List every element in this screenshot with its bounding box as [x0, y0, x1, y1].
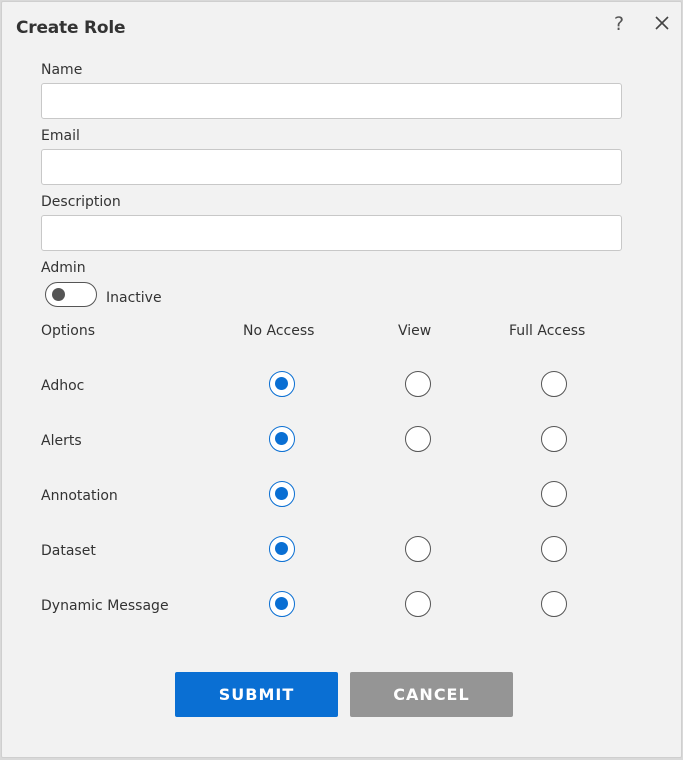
email-label: Email	[41, 128, 80, 144]
dynamic-message-full-access-radio[interactable]	[541, 591, 567, 617]
header-options: Options	[41, 323, 96, 339]
cancel-button[interactable]: CANCEL	[350, 672, 513, 717]
adhoc-full-access-radio[interactable]	[541, 371, 567, 397]
annotation-no-access-radio[interactable]	[269, 481, 295, 507]
name-label: Name	[41, 62, 83, 78]
option-label-dynamic-message: Dynamic Message	[41, 598, 169, 614]
alerts-view-radio[interactable]	[405, 426, 431, 452]
admin-toggle[interactable]	[45, 282, 97, 307]
alerts-no-access-radio[interactable]	[269, 426, 295, 452]
header-no-access: No Access	[243, 323, 315, 339]
toggle-knob	[52, 288, 65, 301]
close-icon[interactable]	[652, 13, 672, 33]
description-input[interactable]	[41, 215, 622, 251]
description-label: Description	[41, 194, 121, 210]
option-label-adhoc: Adhoc	[41, 378, 85, 394]
header-view: View	[398, 323, 432, 339]
alerts-full-access-radio[interactable]	[541, 426, 567, 452]
dialog-title: Create Role	[16, 18, 126, 38]
option-label-dataset: Dataset	[41, 543, 96, 559]
help-icon[interactable]: ?	[608, 12, 630, 36]
dataset-no-access-radio[interactable]	[269, 536, 295, 562]
option-label-annotation: Annotation	[41, 488, 118, 504]
submit-button[interactable]: SUBMIT	[175, 672, 338, 717]
annotation-full-access-radio[interactable]	[541, 481, 567, 507]
admin-label: Admin	[41, 260, 86, 276]
dataset-view-radio[interactable]	[405, 536, 431, 562]
dynamic-message-no-access-radio[interactable]	[269, 591, 295, 617]
dynamic-message-view-radio[interactable]	[405, 591, 431, 617]
admin-status-text: Inactive	[106, 290, 162, 306]
dataset-full-access-radio[interactable]	[541, 536, 567, 562]
create-role-dialog: Create Role ? Name Email Description Adm…	[1, 1, 682, 758]
name-input[interactable]	[41, 83, 622, 119]
option-label-alerts: Alerts	[41, 433, 82, 449]
adhoc-no-access-radio[interactable]	[269, 371, 295, 397]
adhoc-view-radio[interactable]	[405, 371, 431, 397]
header-full-access: Full Access	[509, 323, 586, 339]
email-input[interactable]	[41, 149, 622, 185]
